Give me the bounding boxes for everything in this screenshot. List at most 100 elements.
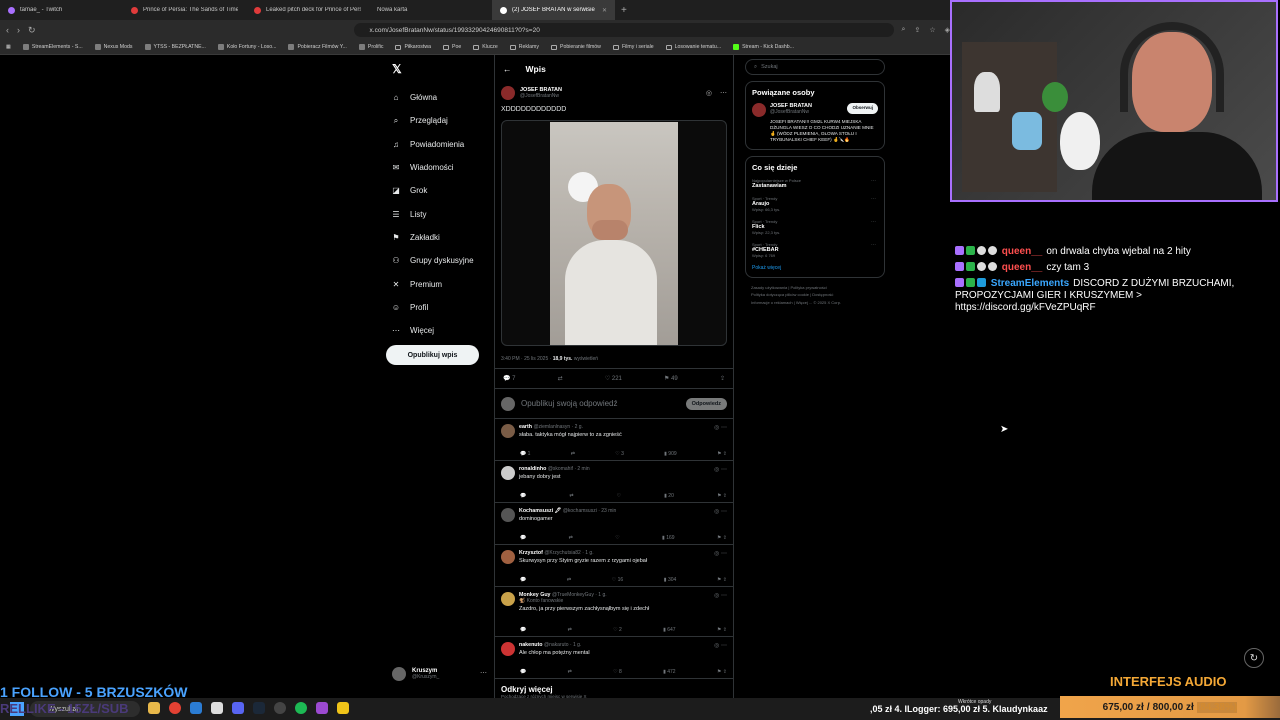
avatar[interactable] [501, 550, 515, 564]
more-icon[interactable]: ⋯ [871, 219, 876, 225]
like-icon[interactable]: ♡ 8 [613, 669, 622, 675]
views-icon[interactable]: ▮ 169 [662, 535, 674, 541]
trend-item[interactable]: Sport · Trendy #CHEBAR Wpisy: 6 769 ⋯ [752, 242, 878, 258]
nav-item-communities[interactable]: ⚇ Grupy dyskusyjne [388, 249, 488, 272]
like-icon[interactable]: ♡ 16 [612, 577, 623, 583]
more-icon[interactable]: ◎ ⋯ [714, 466, 727, 473]
more-icon[interactable]: ◎ ⋯ [714, 508, 727, 515]
grok-icon[interactable]: ◎ [706, 89, 712, 97]
like-icon[interactable]: ♡ [617, 493, 621, 499]
forward-icon[interactable]: › [17, 25, 20, 35]
avatar[interactable] [501, 466, 515, 480]
footer-link[interactable]: Polityka prywatności [791, 285, 827, 290]
new-tab-icon[interactable]: + [615, 5, 633, 16]
repost-icon[interactable]: ⇄ [567, 577, 571, 583]
author-handle[interactable]: @JosefBratanNw [520, 93, 562, 99]
avatar[interactable] [501, 642, 515, 656]
trend-item[interactable]: Sport · Trendy Araujo Wpisy: 66,3 tys. ⋯ [752, 196, 878, 212]
app-icon[interactable] [337, 702, 349, 714]
avatar[interactable] [752, 103, 766, 117]
chrome-icon[interactable] [169, 702, 181, 714]
browser-tab[interactable]: Leaked pitch deck for Prince of Persia [246, 0, 369, 20]
bookmark[interactable]: Pobieracz Filmów Y... [288, 44, 347, 50]
more-icon[interactable]: ⋯ [871, 196, 876, 202]
more-icon[interactable]: ◎ ⋯ [714, 550, 727, 557]
apps-icon[interactable]: ▦ [6, 44, 11, 50]
reply-icon[interactable]: 💬 [520, 493, 526, 499]
steam-icon[interactable] [253, 702, 265, 714]
nav-item-more[interactable]: ⋯ Więcej [388, 319, 488, 342]
nav-item-messages[interactable]: ✉ Wiadomości [388, 156, 488, 179]
like-action[interactable]: ♡ 221 [605, 375, 622, 382]
repost-icon[interactable]: ⇄ [569, 493, 573, 499]
bookmark-action[interactable]: ⚑ 49 [664, 375, 678, 382]
nav-item-premium[interactable]: ✕ Premium [388, 272, 488, 295]
reply-author[interactable]: Kochamsuszi 🖋 [519, 508, 561, 514]
bookmark-folder[interactable]: Poe [442, 44, 461, 50]
browser-tab[interactable]: Prince of Persia: The Sands of Time [123, 0, 246, 20]
reply-item[interactable]: Monkey Guy @TrueMonkeyGuy · 1 g. 🐒 Konto… [495, 587, 733, 637]
nav-item-bookmarks[interactable]: ⚑ Zakładki [388, 226, 488, 249]
like-icon[interactable]: ♡ 3 [615, 451, 624, 457]
discord-icon[interactable] [232, 702, 244, 714]
more-icon[interactable]: ⋯ [871, 242, 876, 248]
views-icon[interactable]: ▮ 909 [664, 451, 676, 457]
avatar[interactable] [501, 592, 515, 606]
views-icon[interactable]: ▮ 304 [664, 577, 676, 583]
footer-link[interactable]: Dostępność [812, 292, 833, 297]
reply-item[interactable]: earth @ziemlanlnasyn · 2 g. słaba. takty… [495, 419, 733, 461]
trend-item[interactable]: Sport · Trendy Flick Wpisy: 22,3 tys. ⋯ [752, 219, 878, 235]
bookmark-icon[interactable]: ⚑ ⇪ [717, 577, 727, 583]
bookmark[interactable]: Koło Fortuny - Loso... [217, 44, 276, 50]
app-icon[interactable] [316, 702, 328, 714]
repost-icon[interactable]: ⇄ [571, 451, 575, 457]
reply-author[interactable]: ronaldinho [519, 466, 546, 472]
share-icon[interactable]: ⇪ [720, 375, 725, 382]
reply-action[interactable]: 💬 7 [503, 375, 515, 382]
more-icon[interactable]: ⋯ [720, 89, 727, 97]
reply-icon[interactable]: 💬 [520, 535, 526, 541]
more-icon[interactable]: ◎ ⋯ [714, 592, 727, 599]
repost-icon[interactable]: ⇄ [568, 627, 572, 633]
bookmark-folder[interactable]: Piłkarostwa [395, 44, 431, 50]
app-icon[interactable] [190, 702, 202, 714]
repost-icon[interactable]: ⇄ [569, 535, 573, 541]
nav-item-lists[interactable]: ☰ Listy [388, 202, 488, 225]
search-input[interactable]: ⌕ Szukaj [745, 59, 885, 75]
repost-icon[interactable]: ⇄ [558, 375, 563, 382]
bookmark-icon[interactable]: ⚑ ⇪ [717, 627, 727, 633]
url-field[interactable]: x.com/JosefBratanNw/status/1993329042469… [353, 23, 894, 37]
views-icon[interactable]: ▮ 472 [663, 669, 675, 675]
reply-icon[interactable]: 💬 [520, 627, 526, 633]
nav-item-home[interactable]: ⌂ Główna [388, 86, 488, 109]
bookmark[interactable]: Nexus Mods [94, 44, 133, 50]
reply-item[interactable]: nakenuto @nakaruto · 1 g. Ale chłop ma p… [495, 637, 733, 679]
reply-input[interactable]: Opublikuj swoją odpowiedź [521, 399, 680, 408]
reply-item[interactable]: Krzysztof @Krzychutsia82 · 1 g. Skurwysy… [495, 545, 733, 587]
show-more-link[interactable]: Pokaż więcej [752, 265, 878, 271]
bookmark-icon[interactable]: ⚑ ⇪ [717, 535, 727, 541]
more-icon[interactable]: ⋯ [480, 669, 487, 677]
trend-item[interactable]: Najpopularniejsze w Polsce Zastanawiam ⋯ [752, 178, 878, 189]
zoom-icon[interactable]: ⌕ [902, 26, 906, 34]
obs-icon[interactable] [274, 702, 286, 714]
nav-item-profile[interactable]: ☺ Profil [388, 296, 488, 319]
follow-button[interactable]: Obserwuj [847, 103, 878, 114]
more-icon[interactable]: ◎ ⋯ [714, 642, 727, 649]
bookmark-folder[interactable]: Losowanie tematu... [665, 44, 721, 50]
app-icon[interactable] [148, 702, 160, 714]
reply-author[interactable]: nakenuto [519, 642, 543, 648]
browser-tab[interactable]: tamae_ - Twitch [0, 0, 123, 20]
repost-icon[interactable]: ⇄ [568, 669, 572, 675]
bookmark-folder[interactable]: Reklamy [509, 44, 539, 50]
x-logo-icon[interactable]: 𝕏 [392, 62, 488, 76]
bookmark-icon[interactable]: ⚑ ⇪ [717, 493, 727, 499]
refresh-icon[interactable]: ↻ [1244, 648, 1264, 668]
like-icon[interactable]: ♡ [615, 535, 619, 541]
bookmark-folder[interactable]: Pobieranie filmów [550, 44, 601, 50]
reply-author[interactable]: earth [519, 424, 532, 430]
back-icon[interactable]: ‹ [6, 25, 9, 35]
avatar[interactable] [501, 424, 515, 438]
tweet-video[interactable] [501, 120, 727, 346]
footer-link[interactable]: Informacje o reklamach [751, 300, 793, 305]
